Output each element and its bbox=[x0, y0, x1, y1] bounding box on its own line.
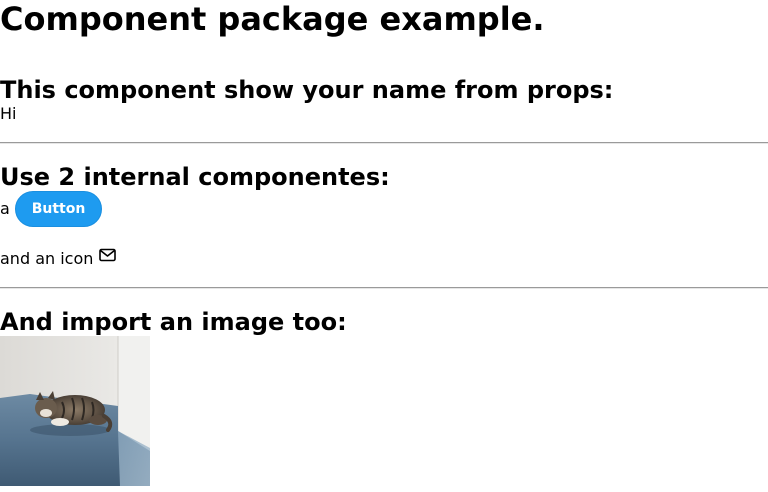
components-section-heading: Use 2 internal componentes: bbox=[0, 163, 390, 191]
image-section-heading: And import an image too: bbox=[0, 308, 347, 336]
divider bbox=[0, 287, 768, 289]
greeting-text: Hi bbox=[0, 104, 17, 123]
page: Component package example. This componen… bbox=[0, 0, 768, 492]
button-prefix-text: a bbox=[0, 199, 10, 218]
divider bbox=[0, 142, 768, 144]
page-title: Component package example. bbox=[0, 0, 545, 38]
icon-text: and an icon bbox=[0, 249, 94, 268]
mail-icon bbox=[99, 248, 116, 262]
cat-image bbox=[0, 336, 150, 486]
button[interactable]: Button bbox=[15, 191, 102, 227]
name-section-heading: This component show your name from props… bbox=[0, 76, 614, 104]
